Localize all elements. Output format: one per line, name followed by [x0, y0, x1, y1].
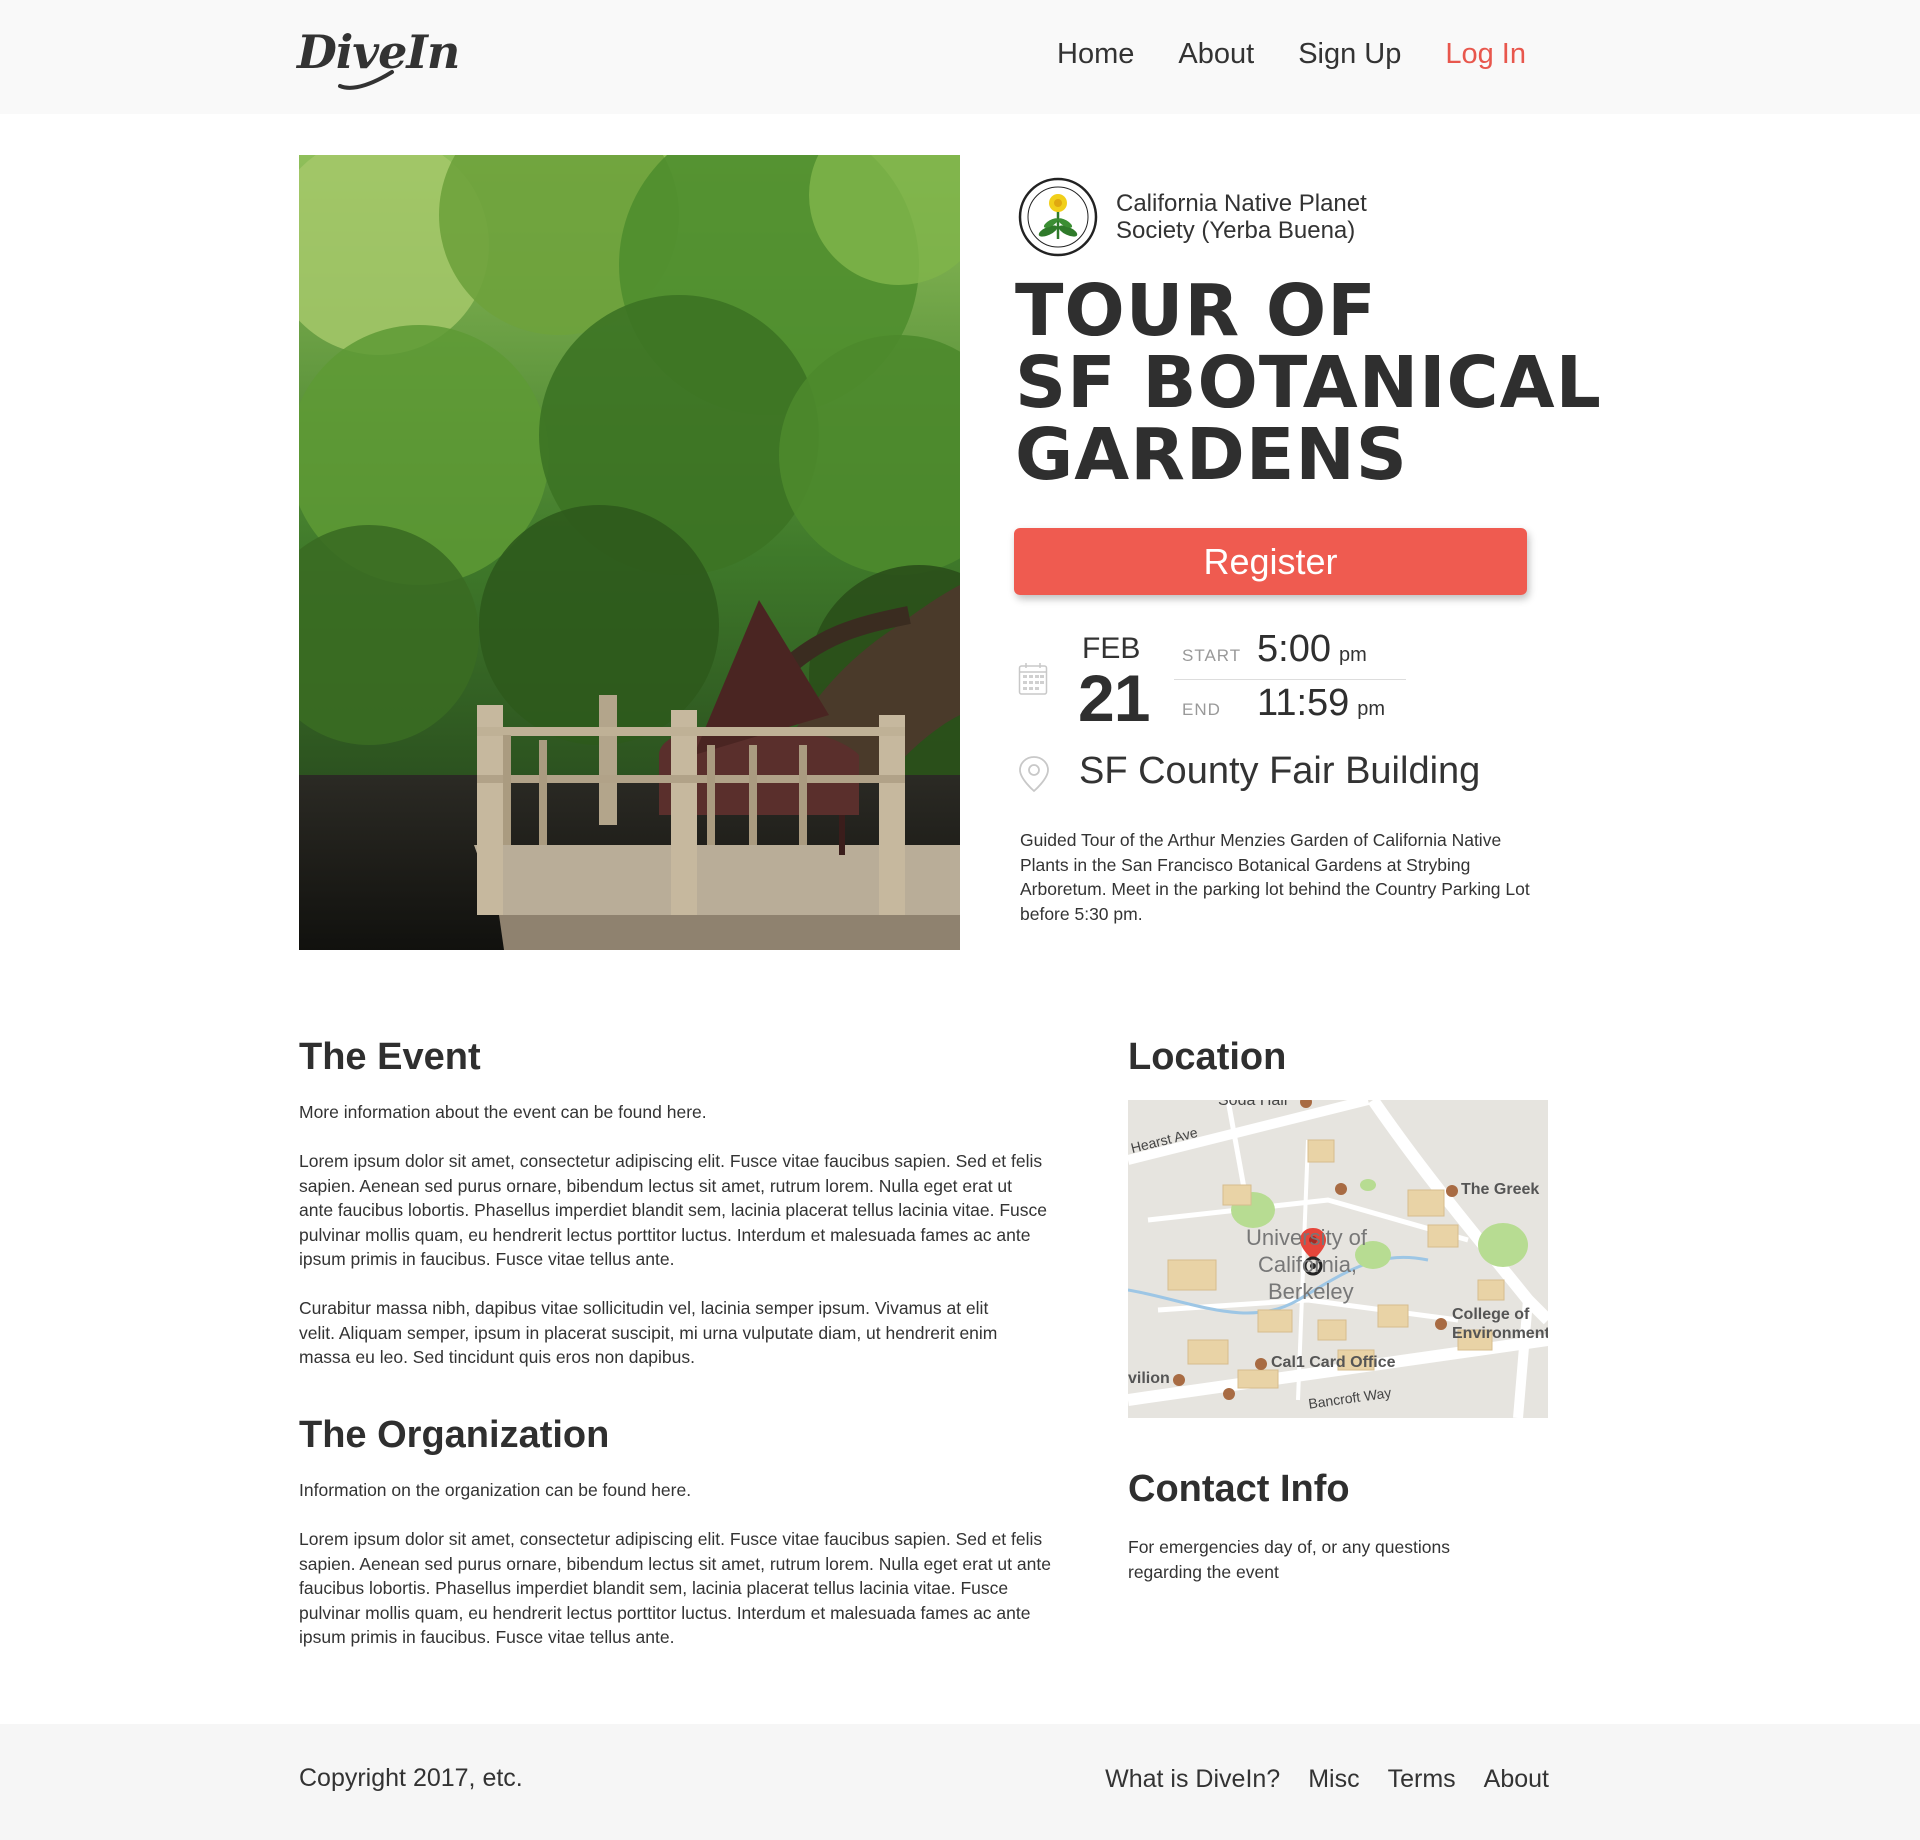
the-event-paragraph: Lorem ipsum dolor sit amet, consectetur … — [299, 1151, 1048, 1269]
register-button[interactable]: Register — [1014, 528, 1527, 595]
map-label-college: College of — [1452, 1306, 1530, 1323]
start-time-row: START 5:00 pm — [1182, 628, 1367, 671]
logo-swoosh-icon — [338, 70, 394, 90]
event-title-line: GARDENS — [1015, 413, 1408, 496]
footer-misc-link[interactable]: Misc — [1308, 1765, 1359, 1794]
register-button-label: Register — [1203, 540, 1338, 582]
footer-nav: What is DiveIn? Misc Terms About — [1105, 1765, 1549, 1794]
map-label-college: Environment — [1452, 1325, 1548, 1342]
map-label-the-greek: The Greek — [1461, 1181, 1540, 1198]
map-label-university: California, — [1258, 1252, 1358, 1277]
event-title-line: TOUR OF — [1015, 269, 1377, 352]
organization-seal-icon — [1018, 177, 1098, 257]
footer-about-link[interactable]: About — [1484, 1765, 1549, 1794]
location-map[interactable]: Soda Hall Hearst Ave The Greek Universit… — [1128, 1100, 1548, 1418]
calendar-icon — [1018, 663, 1048, 695]
the-event-intro: More information about the event can be … — [299, 1102, 707, 1122]
organization-info[interactable]: California Native Planet Society (Yerba … — [1018, 177, 1406, 257]
end-time-label: END — [1182, 700, 1221, 719]
the-event-heading: The Event — [299, 1036, 481, 1078]
main-nav: Home About Sign Up Log In — [1057, 38, 1526, 71]
site-footer: Copyright 2017, etc. What is DiveIn? Mis… — [0, 1724, 1920, 1840]
map-label-cal1-card-office: Cal1 Card Office — [1271, 1354, 1396, 1371]
contact-info-text: For emergencies day of, or any questions… — [1128, 1537, 1450, 1582]
map-label-university: University of — [1246, 1225, 1368, 1250]
map-label-university: Berkeley — [1268, 1279, 1354, 1304]
nav-signup-link[interactable]: Sign Up — [1298, 38, 1401, 71]
the-event-paragraph: Curabitur massa nibh, dapibus vitae soll… — [299, 1298, 998, 1367]
the-organization-paragraph: Lorem ipsum dolor sit amet, consectetur … — [299, 1529, 1051, 1647]
start-time-ampm: pm — [1338, 644, 1367, 666]
start-time-label: START — [1182, 646, 1242, 665]
start-time-value: 5:00 — [1257, 628, 1331, 670]
location-pin-icon — [1019, 756, 1049, 793]
nav-about-link[interactable]: About — [1178, 38, 1254, 71]
event-title: TOUR OF SF BOTANICAL GARDENS — [1015, 269, 1602, 496]
end-time-value: 11:59 — [1257, 682, 1350, 724]
event-venue: SF County Fair Building — [1079, 750, 1481, 792]
event-title-line: SF BOTANICAL — [1015, 341, 1602, 424]
location-heading: Location — [1128, 1036, 1287, 1078]
copyright-text: Copyright 2017, etc. — [299, 1764, 523, 1792]
event-hero-image — [299, 155, 960, 950]
nav-home-link[interactable]: Home — [1057, 38, 1134, 71]
event-short-description: Guided Tour of the Arthur Menzies Garden… — [1020, 830, 1530, 924]
nav-login-link[interactable]: Log In — [1445, 38, 1526, 71]
footer-terms-link[interactable]: Terms — [1388, 1765, 1456, 1794]
contact-info-heading: Contact Info — [1128, 1468, 1350, 1510]
time-divider — [1174, 679, 1406, 680]
footer-what-is-divein-link[interactable]: What is DiveIn? — [1105, 1765, 1280, 1794]
end-time-row: END 11:59 pm — [1182, 682, 1385, 725]
the-organization-intro: Information on the organization can be f… — [299, 1480, 692, 1500]
garden-photo — [299, 155, 960, 950]
end-time-ampm: pm — [1357, 698, 1386, 720]
map-label-soda-hall: Soda Hall — [1218, 1100, 1288, 1109]
site-header: DiveIn Home About Sign Up Log In — [0, 0, 1920, 114]
the-organization-heading: The Organization — [299, 1414, 610, 1456]
organization-name: California Native Planet Society (Yerba … — [1116, 190, 1367, 244]
map-label-pavilion: vilion — [1128, 1370, 1170, 1387]
event-date-day: 21 — [1078, 661, 1150, 735]
